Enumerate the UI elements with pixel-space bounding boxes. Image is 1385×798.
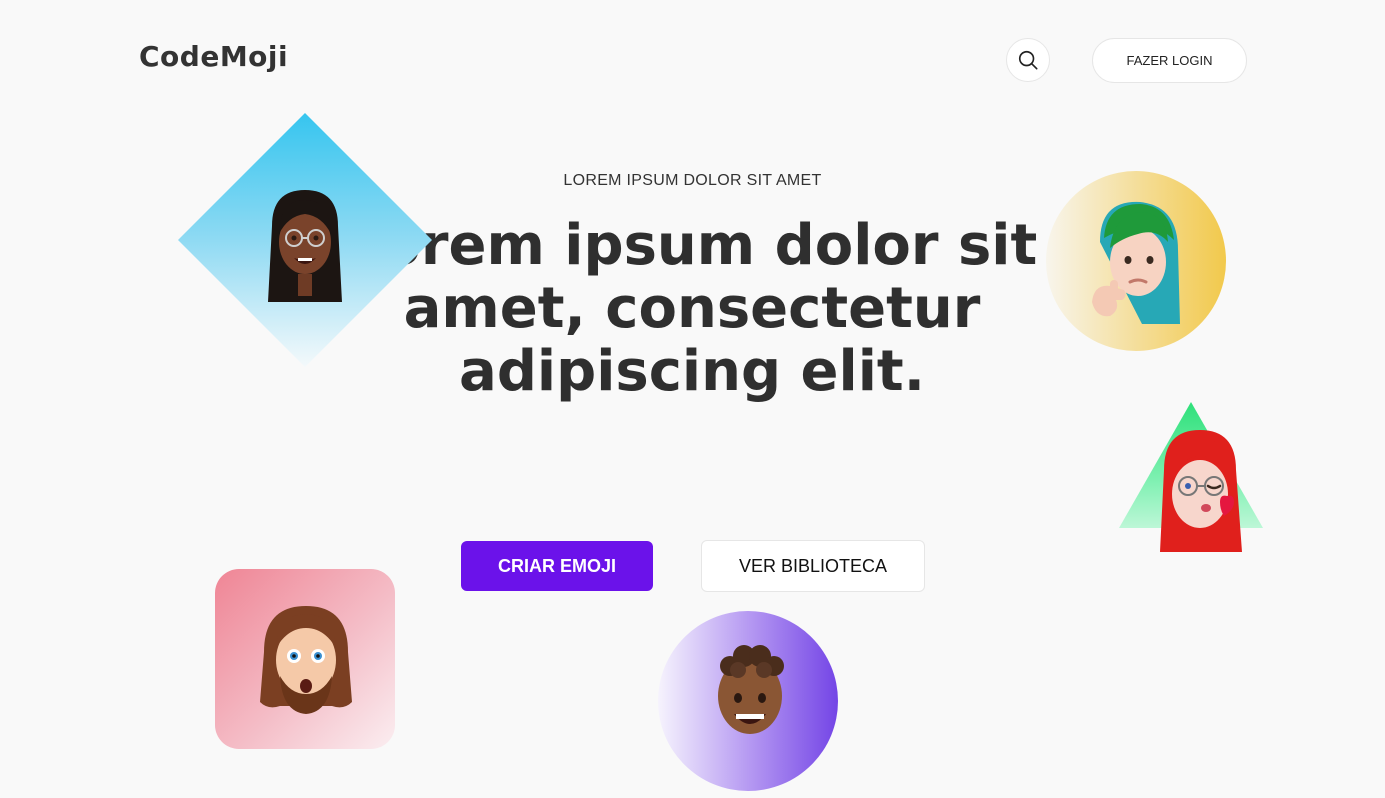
smiling-man-avatar <box>708 642 792 746</box>
create-emoji-button[interactable]: CRIAR EMOJI <box>461 541 653 591</box>
search-button[interactable] <box>1006 38 1050 82</box>
woman-with-glasses-avatar <box>258 186 352 310</box>
shocked-man-avatar <box>254 602 358 716</box>
thinking-woman-avatar <box>1086 198 1186 330</box>
kissing-woman-avatar <box>1154 428 1246 556</box>
hero-headline: Lorem ipsum dolor sit amet, consectetur … <box>346 213 1038 404</box>
search-icon <box>1018 50 1038 70</box>
view-library-button[interactable]: VER BIBLIOTECA <box>701 540 925 592</box>
login-button[interactable]: FAZER LOGIN <box>1092 38 1247 83</box>
logo[interactable]: CodeMoji <box>139 40 288 73</box>
